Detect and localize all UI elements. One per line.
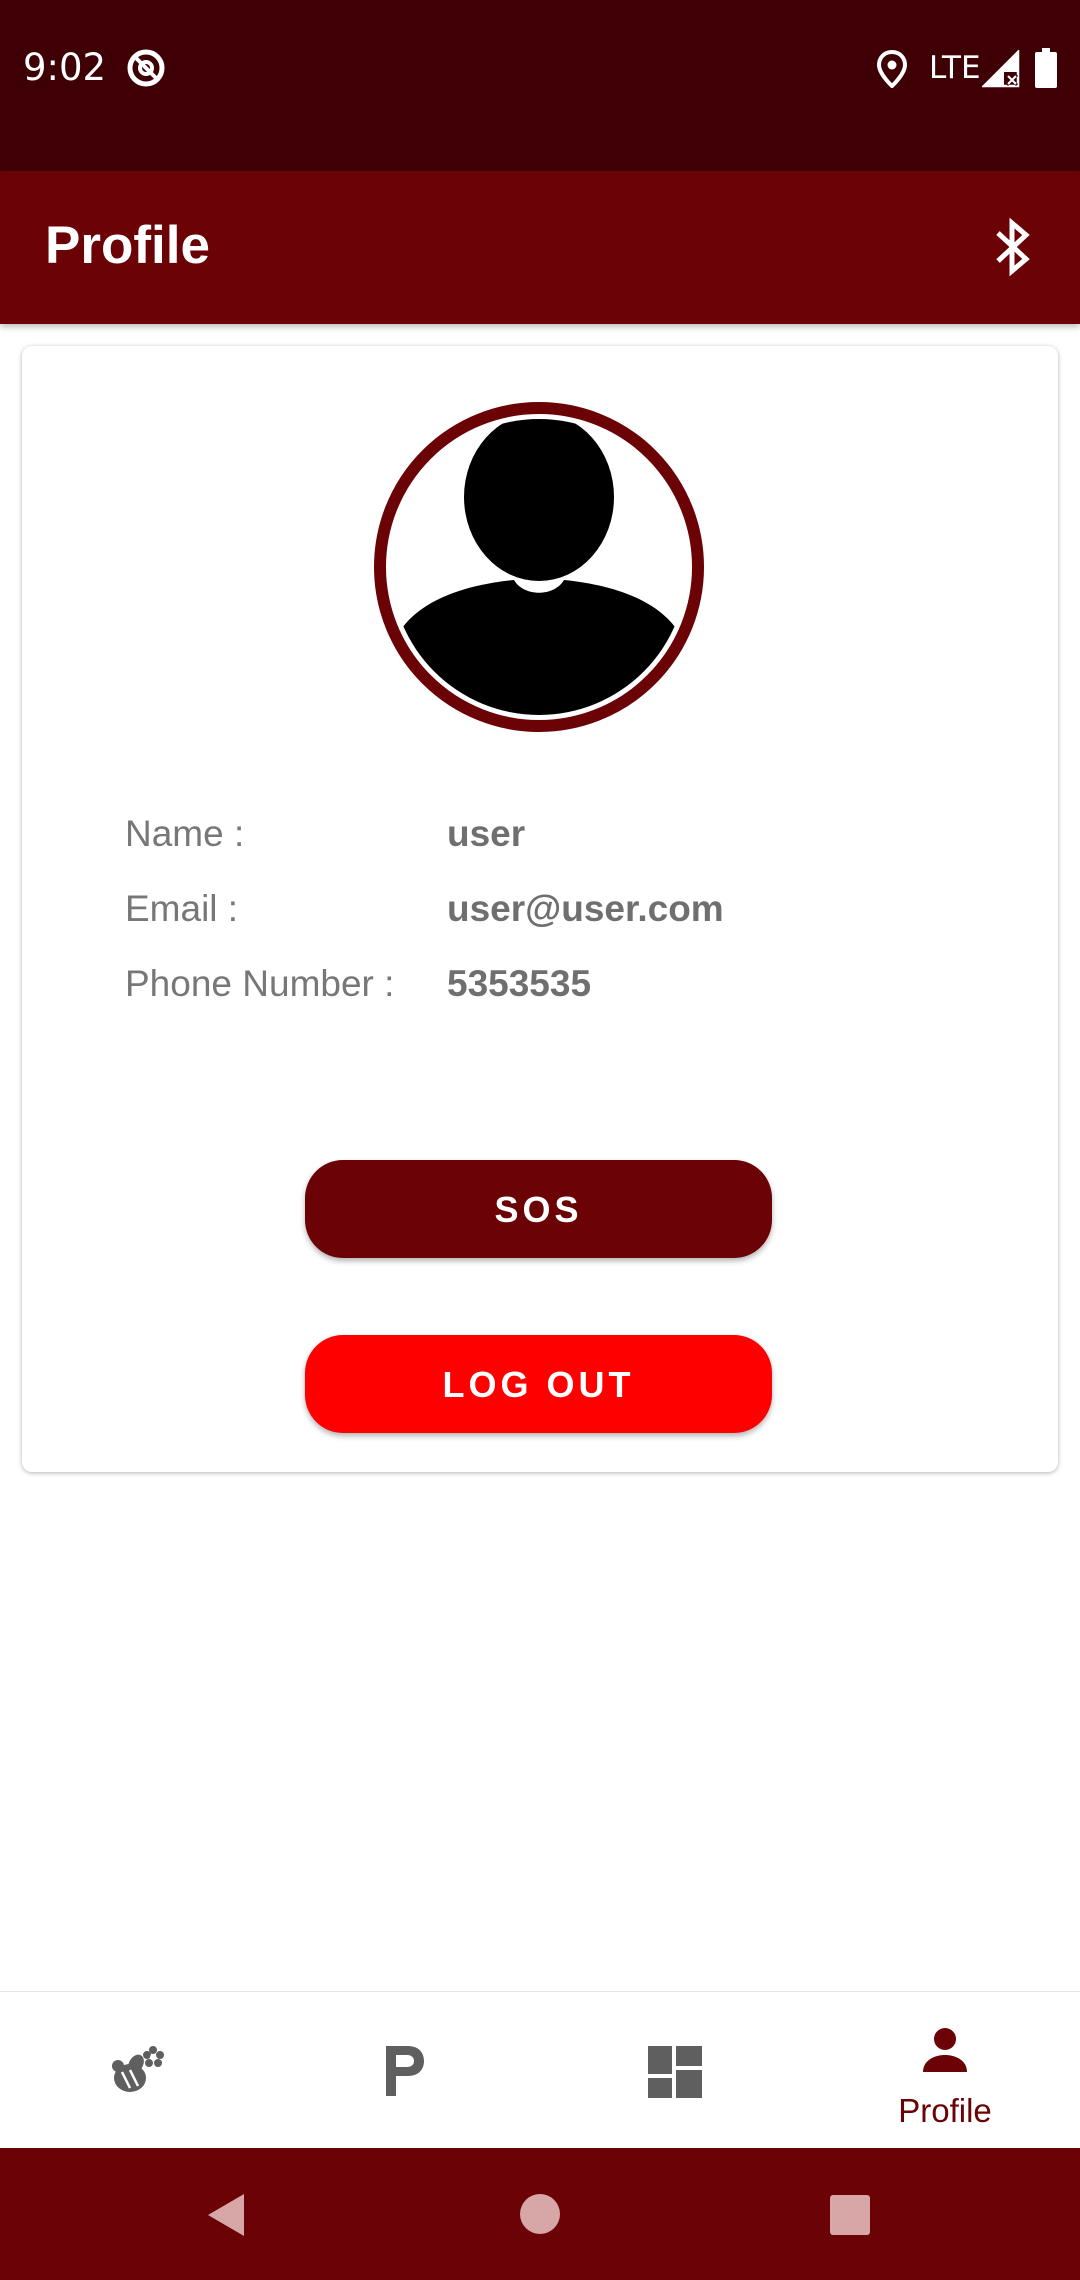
sos-button[interactable]: SOS: [305, 1160, 772, 1258]
dashboard-icon: [648, 2046, 702, 2098]
status-bar: 9:02 LTE: [0, 0, 1080, 171]
name-value: user: [447, 813, 526, 854]
signal-no-data-icon: [982, 50, 1020, 88]
status-time: 9:02: [23, 46, 107, 89]
person-icon: [923, 2028, 967, 2072]
battery-full-icon: [1035, 48, 1057, 88]
user-avatar-icon: [374, 402, 704, 732]
nav-item-bees[interactable]: [0, 1992, 270, 2149]
email-value: user@user.com: [447, 888, 724, 929]
nav-label-profile: Profile: [898, 2092, 992, 2129]
profile-card: Name : user Email : user@user.com Phone …: [22, 346, 1058, 1472]
location-pin-icon: [877, 50, 907, 88]
name-label: Name :: [125, 813, 245, 854]
system-navigation-bar: [0, 2148, 1080, 2280]
recents-square-icon[interactable]: [829, 2194, 871, 2236]
back-triangle-icon[interactable]: [204, 2192, 248, 2238]
home-circle-icon[interactable]: [519, 2193, 561, 2235]
nav-item-dashboard[interactable]: [540, 1992, 810, 2149]
logout-button[interactable]: LOG OUT: [305, 1335, 772, 1433]
parking-p-icon: [386, 2046, 424, 2096]
bluetooth-icon[interactable]: [984, 215, 1040, 279]
page-title: Profile: [45, 216, 210, 275]
bottom-navigation: Profile: [0, 1991, 1080, 2149]
nav-item-profile[interactable]: Profile: [810, 1992, 1080, 2149]
network-type: LTE: [929, 50, 981, 86]
bee-flower-icon: [112, 2046, 164, 2092]
phone-label: Phone Number :: [125, 963, 395, 1004]
at-sign-icon: [127, 49, 165, 87]
email-label: Email :: [125, 888, 239, 929]
phone-value: 5353535: [447, 963, 592, 1004]
nav-item-parking[interactable]: [270, 1992, 540, 2149]
app-bar: Profile: [0, 171, 1080, 324]
